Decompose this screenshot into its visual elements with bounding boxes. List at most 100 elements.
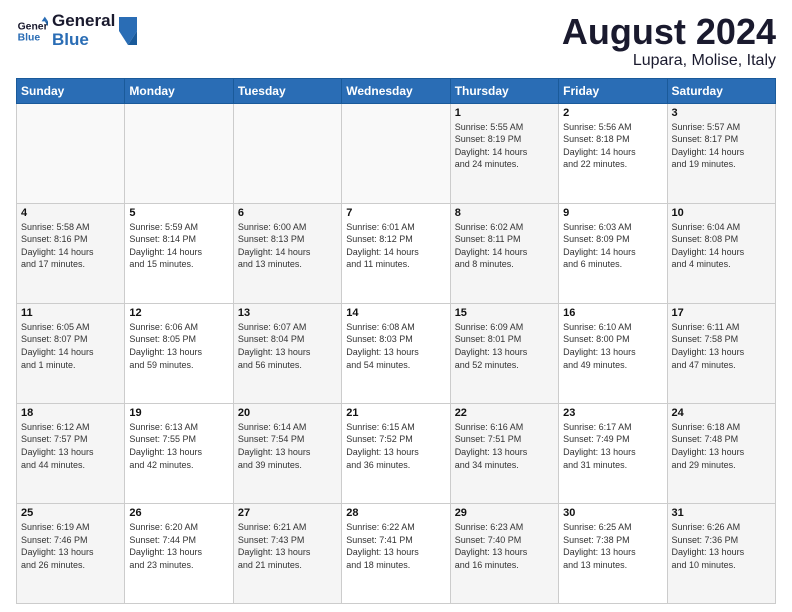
- day-header-saturday: Saturday: [667, 78, 775, 103]
- calendar-cell: 27Sunrise: 6:21 AM Sunset: 7:43 PM Dayli…: [233, 503, 341, 603]
- day-info: Sunrise: 5:55 AM Sunset: 8:19 PM Dayligh…: [455, 121, 554, 171]
- calendar-cell: 29Sunrise: 6:23 AM Sunset: 7:40 PM Dayli…: [450, 503, 558, 603]
- day-number: 17: [672, 307, 771, 319]
- day-info: Sunrise: 6:10 AM Sunset: 8:00 PM Dayligh…: [563, 321, 662, 371]
- day-info: Sunrise: 5:57 AM Sunset: 8:17 PM Dayligh…: [672, 121, 771, 171]
- day-info: Sunrise: 6:22 AM Sunset: 7:41 PM Dayligh…: [346, 521, 445, 571]
- day-number: 21: [346, 407, 445, 419]
- calendar-cell: [342, 103, 450, 203]
- day-number: 13: [238, 307, 337, 319]
- calendar-cell: [125, 103, 233, 203]
- day-info: Sunrise: 6:07 AM Sunset: 8:04 PM Dayligh…: [238, 321, 337, 371]
- calendar-cell: 4Sunrise: 5:58 AM Sunset: 8:16 PM Daylig…: [17, 203, 125, 303]
- page: General Blue General Blue August 2024 Lu…: [0, 0, 792, 612]
- title-block: August 2024 Lupara, Molise, Italy: [562, 12, 776, 70]
- calendar-cell: 30 Sunrise: 6:25 AM Sunset: 7:38 PM Dayli…: [559, 503, 667, 603]
- day-number: 16: [563, 307, 662, 319]
- day-number: 22: [455, 407, 554, 419]
- day-info: Sunrise: 6:01 AM Sunset: 8:12 PM Dayligh…: [346, 221, 445, 271]
- day-number: 29: [455, 507, 554, 519]
- calendar-cell: 12 Sunrise: 6:06 AM Sunset: 8:05 PM Dayli…: [125, 303, 233, 403]
- main-title: August 2024: [562, 12, 776, 52]
- calendar-cell: 18 Sunrise: 6:12 AM Sunset: 7:57 PM Dayli…: [17, 403, 125, 503]
- header: General Blue General Blue August 2024 Lu…: [16, 12, 776, 70]
- calendar-week-5: 25Sunrise: 6:19 AM Sunset: 7:46 PM Dayli…: [17, 503, 776, 603]
- calendar-body: 1Sunrise: 5:55 AM Sunset: 8:19 PM Daylig…: [17, 103, 776, 603]
- calendar-week-1: 1Sunrise: 5:55 AM Sunset: 8:19 PM Daylig…: [17, 103, 776, 203]
- day-number: 24: [672, 407, 771, 419]
- day-number: 14: [346, 307, 445, 319]
- day-header-friday: Friday: [559, 78, 667, 103]
- day-number: 12: [129, 307, 228, 319]
- day-info: Sunrise: 6:15 AM Sunset: 7:52 PM Dayligh…: [346, 421, 445, 471]
- calendar-cell: 2 Sunrise: 5:56 AM Sunset: 8:18 PM Daylig…: [559, 103, 667, 203]
- day-info: Sunrise: 5:56 AM Sunset: 8:18 PM Dayligh…: [563, 121, 662, 171]
- day-info: Sunrise: 6:02 AM Sunset: 8:11 PM Dayligh…: [455, 221, 554, 271]
- day-info: Sunrise: 6:04 AM Sunset: 8:08 PM Dayligh…: [672, 221, 771, 271]
- day-number: 26: [129, 507, 228, 519]
- day-info: Sunrise: 6:14 AM Sunset: 7:54 PM Dayligh…: [238, 421, 337, 471]
- calendar-cell: 25Sunrise: 6:19 AM Sunset: 7:46 PM Dayli…: [17, 503, 125, 603]
- calendar-week-2: 4Sunrise: 5:58 AM Sunset: 8:16 PM Daylig…: [17, 203, 776, 303]
- day-info: Sunrise: 6:11 AM Sunset: 7:58 PM Dayligh…: [672, 321, 771, 371]
- day-number: 11: [21, 307, 120, 319]
- day-number: 18: [21, 407, 120, 419]
- day-info: Sunrise: 6:03 AM Sunset: 8:09 PM Dayligh…: [563, 221, 662, 271]
- day-info: Sunrise: 6:00 AM Sunset: 8:13 PM Dayligh…: [238, 221, 337, 271]
- day-info: Sunrise: 6:12 AM Sunset: 7:57 PM Dayligh…: [21, 421, 120, 471]
- calendar-table: SundayMondayTuesdayWednesdayThursdayFrid…: [16, 78, 776, 604]
- day-header-monday: Monday: [125, 78, 233, 103]
- calendar-cell: 31Sunrise: 6:26 AM Sunset: 7:36 PM Dayli…: [667, 503, 775, 603]
- calendar-cell: [233, 103, 341, 203]
- day-info: Sunrise: 6:05 AM Sunset: 8:07 PM Dayligh…: [21, 321, 120, 371]
- calendar-cell: 22 Sunrise: 6:16 AM Sunset: 7:51 PM Dayli…: [450, 403, 558, 503]
- calendar-week-3: 11 Sunrise: 6:05 AM Sunset: 8:07 PM Dayli…: [17, 303, 776, 403]
- calendar-cell: 16 Sunrise: 6:10 AM Sunset: 8:00 PM Dayli…: [559, 303, 667, 403]
- day-number: 3: [672, 107, 771, 119]
- logo: General Blue General Blue: [16, 12, 137, 49]
- calendar-cell: 23 Sunrise: 6:17 AM Sunset: 7:49 PM Dayli…: [559, 403, 667, 503]
- calendar-cell: 1Sunrise: 5:55 AM Sunset: 8:19 PM Daylig…: [450, 103, 558, 203]
- calendar-cell: 21 Sunrise: 6:15 AM Sunset: 7:52 PM Dayli…: [342, 403, 450, 503]
- calendar-cell: [17, 103, 125, 203]
- calendar-cell: 11 Sunrise: 6:05 AM Sunset: 8:07 PM Dayli…: [17, 303, 125, 403]
- days-header-row: SundayMondayTuesdayWednesdayThursdayFrid…: [17, 78, 776, 103]
- calendar-cell: 15 Sunrise: 6:09 AM Sunset: 8:01 PM Dayli…: [450, 303, 558, 403]
- day-info: Sunrise: 6:25 AM Sunset: 7:38 PM Dayligh…: [563, 521, 662, 571]
- calendar-cell: 14Sunrise: 6:08 AM Sunset: 8:03 PM Dayli…: [342, 303, 450, 403]
- day-number: 6: [238, 207, 337, 219]
- calendar-cell: 6 Sunrise: 6:00 AM Sunset: 8:13 PM Daylig…: [233, 203, 341, 303]
- day-info: Sunrise: 6:21 AM Sunset: 7:43 PM Dayligh…: [238, 521, 337, 571]
- day-number: 25: [21, 507, 120, 519]
- day-info: Sunrise: 6:17 AM Sunset: 7:49 PM Dayligh…: [563, 421, 662, 471]
- calendar-cell: 10Sunrise: 6:04 AM Sunset: 8:08 PM Dayli…: [667, 203, 775, 303]
- day-header-tuesday: Tuesday: [233, 78, 341, 103]
- day-number: 5: [129, 207, 228, 219]
- day-info: Sunrise: 6:18 AM Sunset: 7:48 PM Dayligh…: [672, 421, 771, 471]
- calendar-header: SundayMondayTuesdayWednesdayThursdayFrid…: [17, 78, 776, 103]
- calendar-cell: 13 Sunrise: 6:07 AM Sunset: 8:04 PM Dayli…: [233, 303, 341, 403]
- day-info: Sunrise: 6:06 AM Sunset: 8:05 PM Dayligh…: [129, 321, 228, 371]
- day-number: 28: [346, 507, 445, 519]
- day-number: 8: [455, 207, 554, 219]
- day-number: 30: [563, 507, 662, 519]
- calendar-cell: 5Sunrise: 5:59 AM Sunset: 8:14 PM Daylig…: [125, 203, 233, 303]
- day-info: Sunrise: 6:20 AM Sunset: 7:44 PM Dayligh…: [129, 521, 228, 571]
- day-info: Sunrise: 6:16 AM Sunset: 7:51 PM Dayligh…: [455, 421, 554, 471]
- calendar-cell: 3 Sunrise: 5:57 AM Sunset: 8:17 PM Daylig…: [667, 103, 775, 203]
- day-number: 23: [563, 407, 662, 419]
- day-info: Sunrise: 6:09 AM Sunset: 8:01 PM Dayligh…: [455, 321, 554, 371]
- day-info: Sunrise: 6:13 AM Sunset: 7:55 PM Dayligh…: [129, 421, 228, 471]
- day-number: 31: [672, 507, 771, 519]
- day-number: 2: [563, 107, 662, 119]
- day-number: 15: [455, 307, 554, 319]
- day-number: 9: [563, 207, 662, 219]
- day-number: 20: [238, 407, 337, 419]
- subtitle: Lupara, Molise, Italy: [562, 52, 776, 70]
- logo-line1: General: [52, 12, 115, 31]
- calendar-cell: 9 Sunrise: 6:03 AM Sunset: 8:09 PM Daylig…: [559, 203, 667, 303]
- day-number: 4: [21, 207, 120, 219]
- logo-icon: General Blue: [16, 15, 48, 47]
- day-header-sunday: Sunday: [17, 78, 125, 103]
- calendar-cell: 17 Sunrise: 6:11 AM Sunset: 7:58 PM Dayli…: [667, 303, 775, 403]
